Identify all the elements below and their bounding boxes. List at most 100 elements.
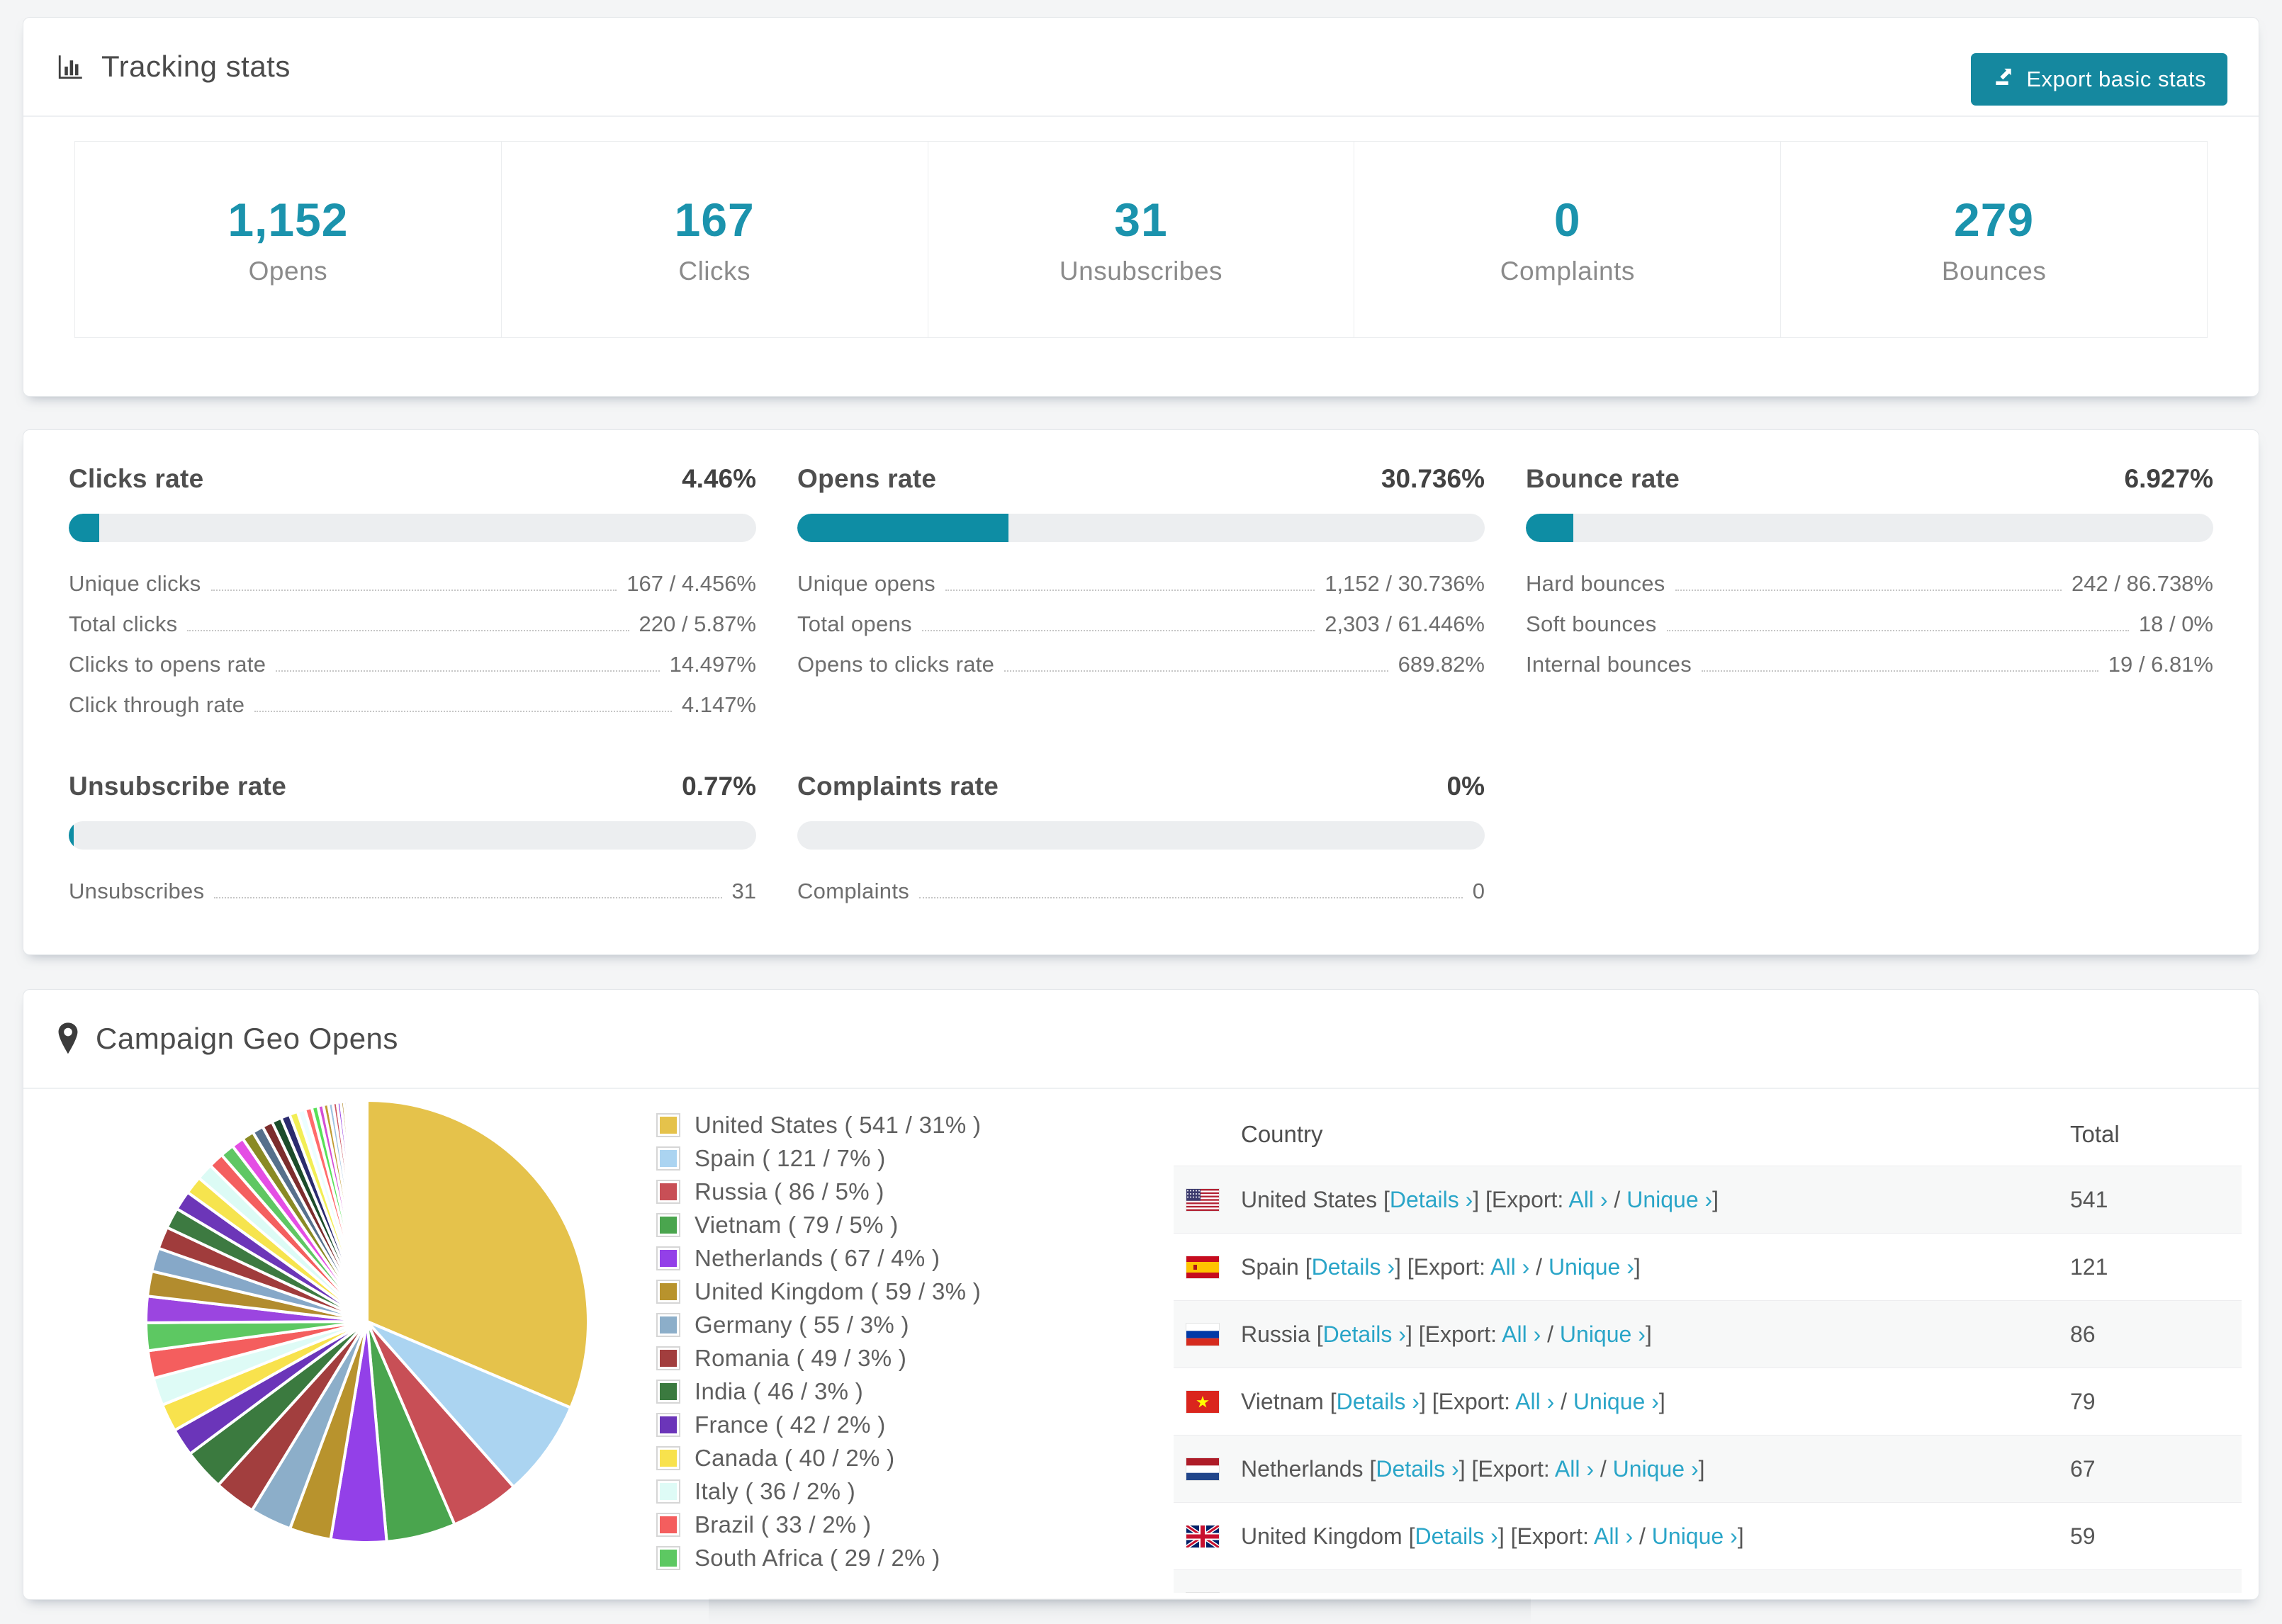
geo-title: Campaign Geo Opens [56, 1022, 398, 1056]
rate-detail-row: Unique opens 1,152 / 30.736% [797, 563, 1485, 604]
export-unique-link[interactable]: Unique › [1613, 1456, 1699, 1482]
progress-bar [797, 821, 1485, 850]
column-header-country: Country [1241, 1121, 1323, 1147]
details-link[interactable]: Details › [1415, 1523, 1497, 1549]
legend-item: United Kingdom ( 59 / 3% ) [656, 1278, 981, 1305]
export-unique-link[interactable]: Unique › [1626, 1187, 1712, 1212]
summary-stats-row: 1,152 Opens 167 Clicks 31 Unsubscribes 0… [74, 141, 2208, 338]
rates-grid: Clicks rate 4.46% Unique clicks 167 / 4.… [69, 464, 2213, 911]
dotted-leader [921, 629, 1315, 631]
summary-stat-box: 279 Bounces [1781, 142, 2207, 337]
legend-label: United Kingdom ( 59 / 3% ) [695, 1278, 981, 1304]
country-name: United Kingdom [1241, 1523, 1403, 1549]
rate-row-label: Unique clicks [69, 570, 201, 596]
export-all-link[interactable]: All › [1502, 1321, 1541, 1347]
legend-label: Vietnam ( 79 / 5% ) [695, 1212, 899, 1238]
rates-card: Clicks rate 4.46% Unique clicks 167 / 4.… [23, 429, 2259, 955]
progress-bar-fill [1526, 514, 1574, 542]
rate-row-label: Soft bounces [1526, 611, 1657, 636]
rate-panel: Complaints rate 0% Complaints 0 [797, 772, 1485, 911]
country-total: 541 [2070, 1187, 2108, 1212]
legend-label: Canada ( 40 / 2% ) [695, 1445, 895, 1471]
legend-label: Netherlands ( 67 / 4% ) [695, 1245, 940, 1271]
export-all-link[interactable]: All › [1515, 1389, 1554, 1414]
rate-detail-row: Hard bounces 242 / 86.738% [1526, 563, 2213, 604]
progress-bar [1526, 514, 2213, 542]
dotted-leader [210, 589, 617, 591]
export-all-link[interactable]: All › [1555, 1456, 1594, 1482]
rate-detail-row: Opens to clicks rate 689.82% [797, 644, 1485, 684]
country-total: 79 [2070, 1389, 2096, 1414]
page-title: Tracking stats [101, 50, 291, 83]
legend-swatch [656, 1380, 680, 1404]
legend-swatch [656, 1546, 680, 1570]
rate-row-value: 1,152 / 30.736% [1325, 570, 1485, 596]
rate-title: Unsubscribe rate [69, 772, 287, 801]
rate-row-label: Unique opens [797, 570, 935, 596]
rate-title: Bounce rate [1526, 464, 1680, 493]
legend-swatch [656, 1346, 680, 1370]
rate-detail-row: Click through rate 4.147% [69, 684, 756, 725]
rate-panel: Opens rate 30.736% Unique opens 1,152 / … [797, 464, 1485, 725]
export-unique-link[interactable]: Unique › [1560, 1321, 1646, 1347]
export-all-link[interactable]: All › [1594, 1523, 1633, 1549]
details-link[interactable]: Details › [1376, 1456, 1458, 1482]
export-unique-link[interactable]: Unique › [1652, 1523, 1738, 1549]
legend-label: Brazil ( 33 / 2% ) [695, 1511, 872, 1538]
legend-item: Spain ( 121 / 7% ) [656, 1145, 981, 1172]
rate-row-label: Click through rate [69, 692, 245, 717]
rate-title: Clicks rate [69, 464, 204, 493]
rate-row-label: Clicks to opens rate [69, 651, 266, 677]
geo-country-table[interactable]: Country Total United States [Details ›] … [1174, 1103, 2242, 1593]
export-unique-link[interactable]: Unique › [1548, 1254, 1634, 1280]
dotted-leader [187, 629, 629, 631]
legend-label: Germany ( 55 / 3% ) [695, 1312, 909, 1338]
rate-row-value: 19 / 6.81% [2108, 651, 2213, 677]
legend-swatch [656, 1446, 680, 1470]
summary-stat-box: 0 Complaints [1354, 142, 1782, 337]
stat-label: Clicks [678, 256, 751, 286]
export-all-link[interactable]: All › [1490, 1254, 1529, 1280]
rate-row-label: Unsubscribes [69, 878, 205, 903]
rate-detail-row: Total opens 2,303 / 61.446% [797, 604, 1485, 644]
country-flag-icon [1186, 1526, 1219, 1547]
country-name: United States [1241, 1187, 1378, 1212]
rate-detail-row: Unsubscribes 31 [69, 871, 756, 911]
dotted-leader [1702, 670, 2098, 672]
export-basic-stats-button[interactable]: Export basic stats [1971, 53, 2227, 106]
progress-bar-fill [69, 821, 74, 850]
export-unique-link[interactable]: Unique › [1573, 1389, 1659, 1414]
export-all-link[interactable]: All › [1526, 1591, 1565, 1593]
details-link[interactable]: Details › [1312, 1254, 1395, 1280]
progress-bar [797, 514, 1485, 542]
dotted-leader [1004, 670, 1388, 672]
rate-value: 30.736% [1381, 464, 1485, 493]
details-link[interactable]: Details › [1390, 1187, 1473, 1212]
stat-label: Bounces [1941, 256, 2047, 286]
dotted-leader [1675, 589, 2062, 591]
export-unique-link[interactable]: Unique › [1584, 1591, 1670, 1593]
export-all-link[interactable]: All › [1568, 1187, 1607, 1212]
country-name: Russia [1241, 1321, 1310, 1347]
details-link[interactable]: Details › [1337, 1389, 1420, 1414]
column-header-total: Total [2070, 1121, 2120, 1147]
legend-swatch [656, 1280, 680, 1304]
tracking-stats-header: Tracking stats Export basic stats [23, 18, 2259, 117]
details-link[interactable]: Details › [1347, 1591, 1429, 1593]
rate-row-label: Opens to clicks rate [797, 651, 995, 677]
rate-row-value: 18 / 0% [2138, 611, 2213, 636]
rate-value: 0% [1446, 772, 1485, 801]
rate-row-label: Internal bounces [1526, 651, 1692, 677]
country-total: 121 [2070, 1254, 2108, 1280]
dotted-leader [276, 670, 660, 672]
table-row: Russia [Details ›] [Export: All › / Uniq… [1174, 1300, 2242, 1368]
progress-bar [69, 821, 756, 850]
details-link[interactable]: Details › [1323, 1321, 1406, 1347]
legend-label: Russia ( 86 / 5% ) [695, 1178, 884, 1205]
legend-label: United States ( 541 / 31% ) [695, 1112, 982, 1138]
stat-label: Complaints [1500, 256, 1635, 286]
geo-content: United States ( 541 / 31% ) Spain ( 121 … [23, 1089, 2259, 1599]
progress-bar [69, 514, 756, 542]
stat-value: 1,152 [227, 193, 349, 246]
stat-value: 31 [1114, 193, 1168, 246]
